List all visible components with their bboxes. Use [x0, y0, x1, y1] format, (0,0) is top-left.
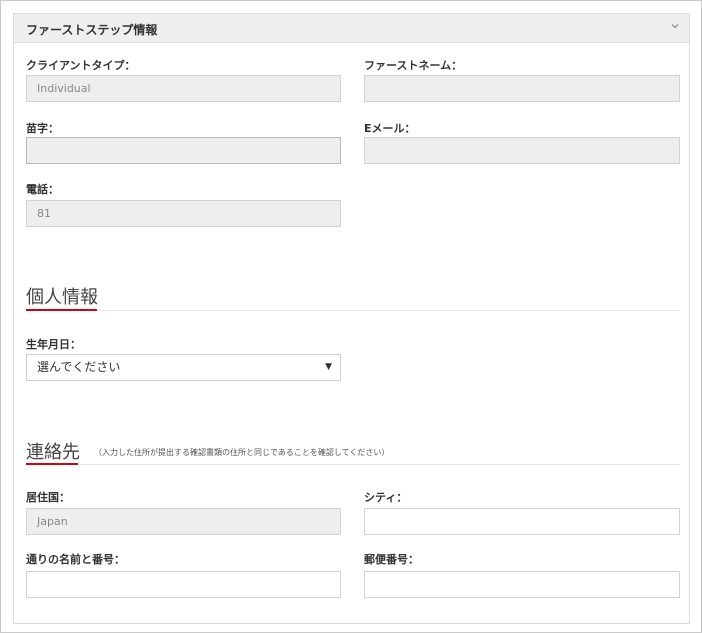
street-input[interactable] — [26, 571, 341, 598]
birthdate-label: 生年月日： — [26, 338, 81, 351]
chevron-down-icon[interactable] — [669, 20, 681, 32]
first-name-field[interactable] — [364, 75, 680, 102]
last-name-label: 苗字： — [26, 122, 59, 135]
panel-header[interactable]: ファーストステップ情報 — [14, 14, 689, 43]
section-divider — [26, 464, 680, 465]
postal-code-label: 郵便番号： — [364, 553, 419, 566]
city-input[interactable] — [364, 508, 680, 535]
phone-field[interactable]: 81 — [26, 200, 341, 227]
section-accent-underline — [26, 309, 97, 311]
email-label: Eメール： — [364, 122, 416, 135]
country-field[interactable]: Japan — [26, 508, 341, 535]
section-divider — [26, 310, 680, 311]
last-name-field[interactable] — [26, 137, 341, 164]
street-label: 通りの名前と番号： — [26, 553, 125, 566]
country-label: 居住国： — [26, 491, 70, 504]
email-field[interactable] — [364, 137, 680, 164]
client-type-field[interactable]: Individual — [26, 75, 341, 102]
city-label: シティ： — [364, 491, 408, 504]
client-type-label: クライアントタイプ： — [26, 59, 136, 72]
postal-code-input[interactable] — [364, 571, 680, 598]
contact-note: （入力した住所が提出する確認書類の住所と同じであることを確認してください） — [94, 448, 390, 457]
personal-info-title: 個人情報 — [26, 287, 98, 308]
section-accent-underline — [26, 463, 78, 465]
birthdate-selected-value: 選んでください — [37, 360, 121, 374]
first-step-panel: ファーストステップ情報 クライアントタイプ： Individual ファーストネ… — [13, 13, 690, 624]
contact-title: 連絡先 — [26, 442, 80, 463]
first-name-label: ファーストネーム： — [364, 59, 463, 72]
caret-down-icon: ▼ — [325, 362, 332, 372]
phone-label: 電話： — [26, 183, 59, 196]
page-frame: ファーストステップ情報 クライアントタイプ： Individual ファーストネ… — [0, 0, 702, 633]
panel-title: ファーストステップ情報 — [26, 23, 158, 37]
birthdate-select[interactable]: 選んでください ▼ — [26, 354, 341, 381]
